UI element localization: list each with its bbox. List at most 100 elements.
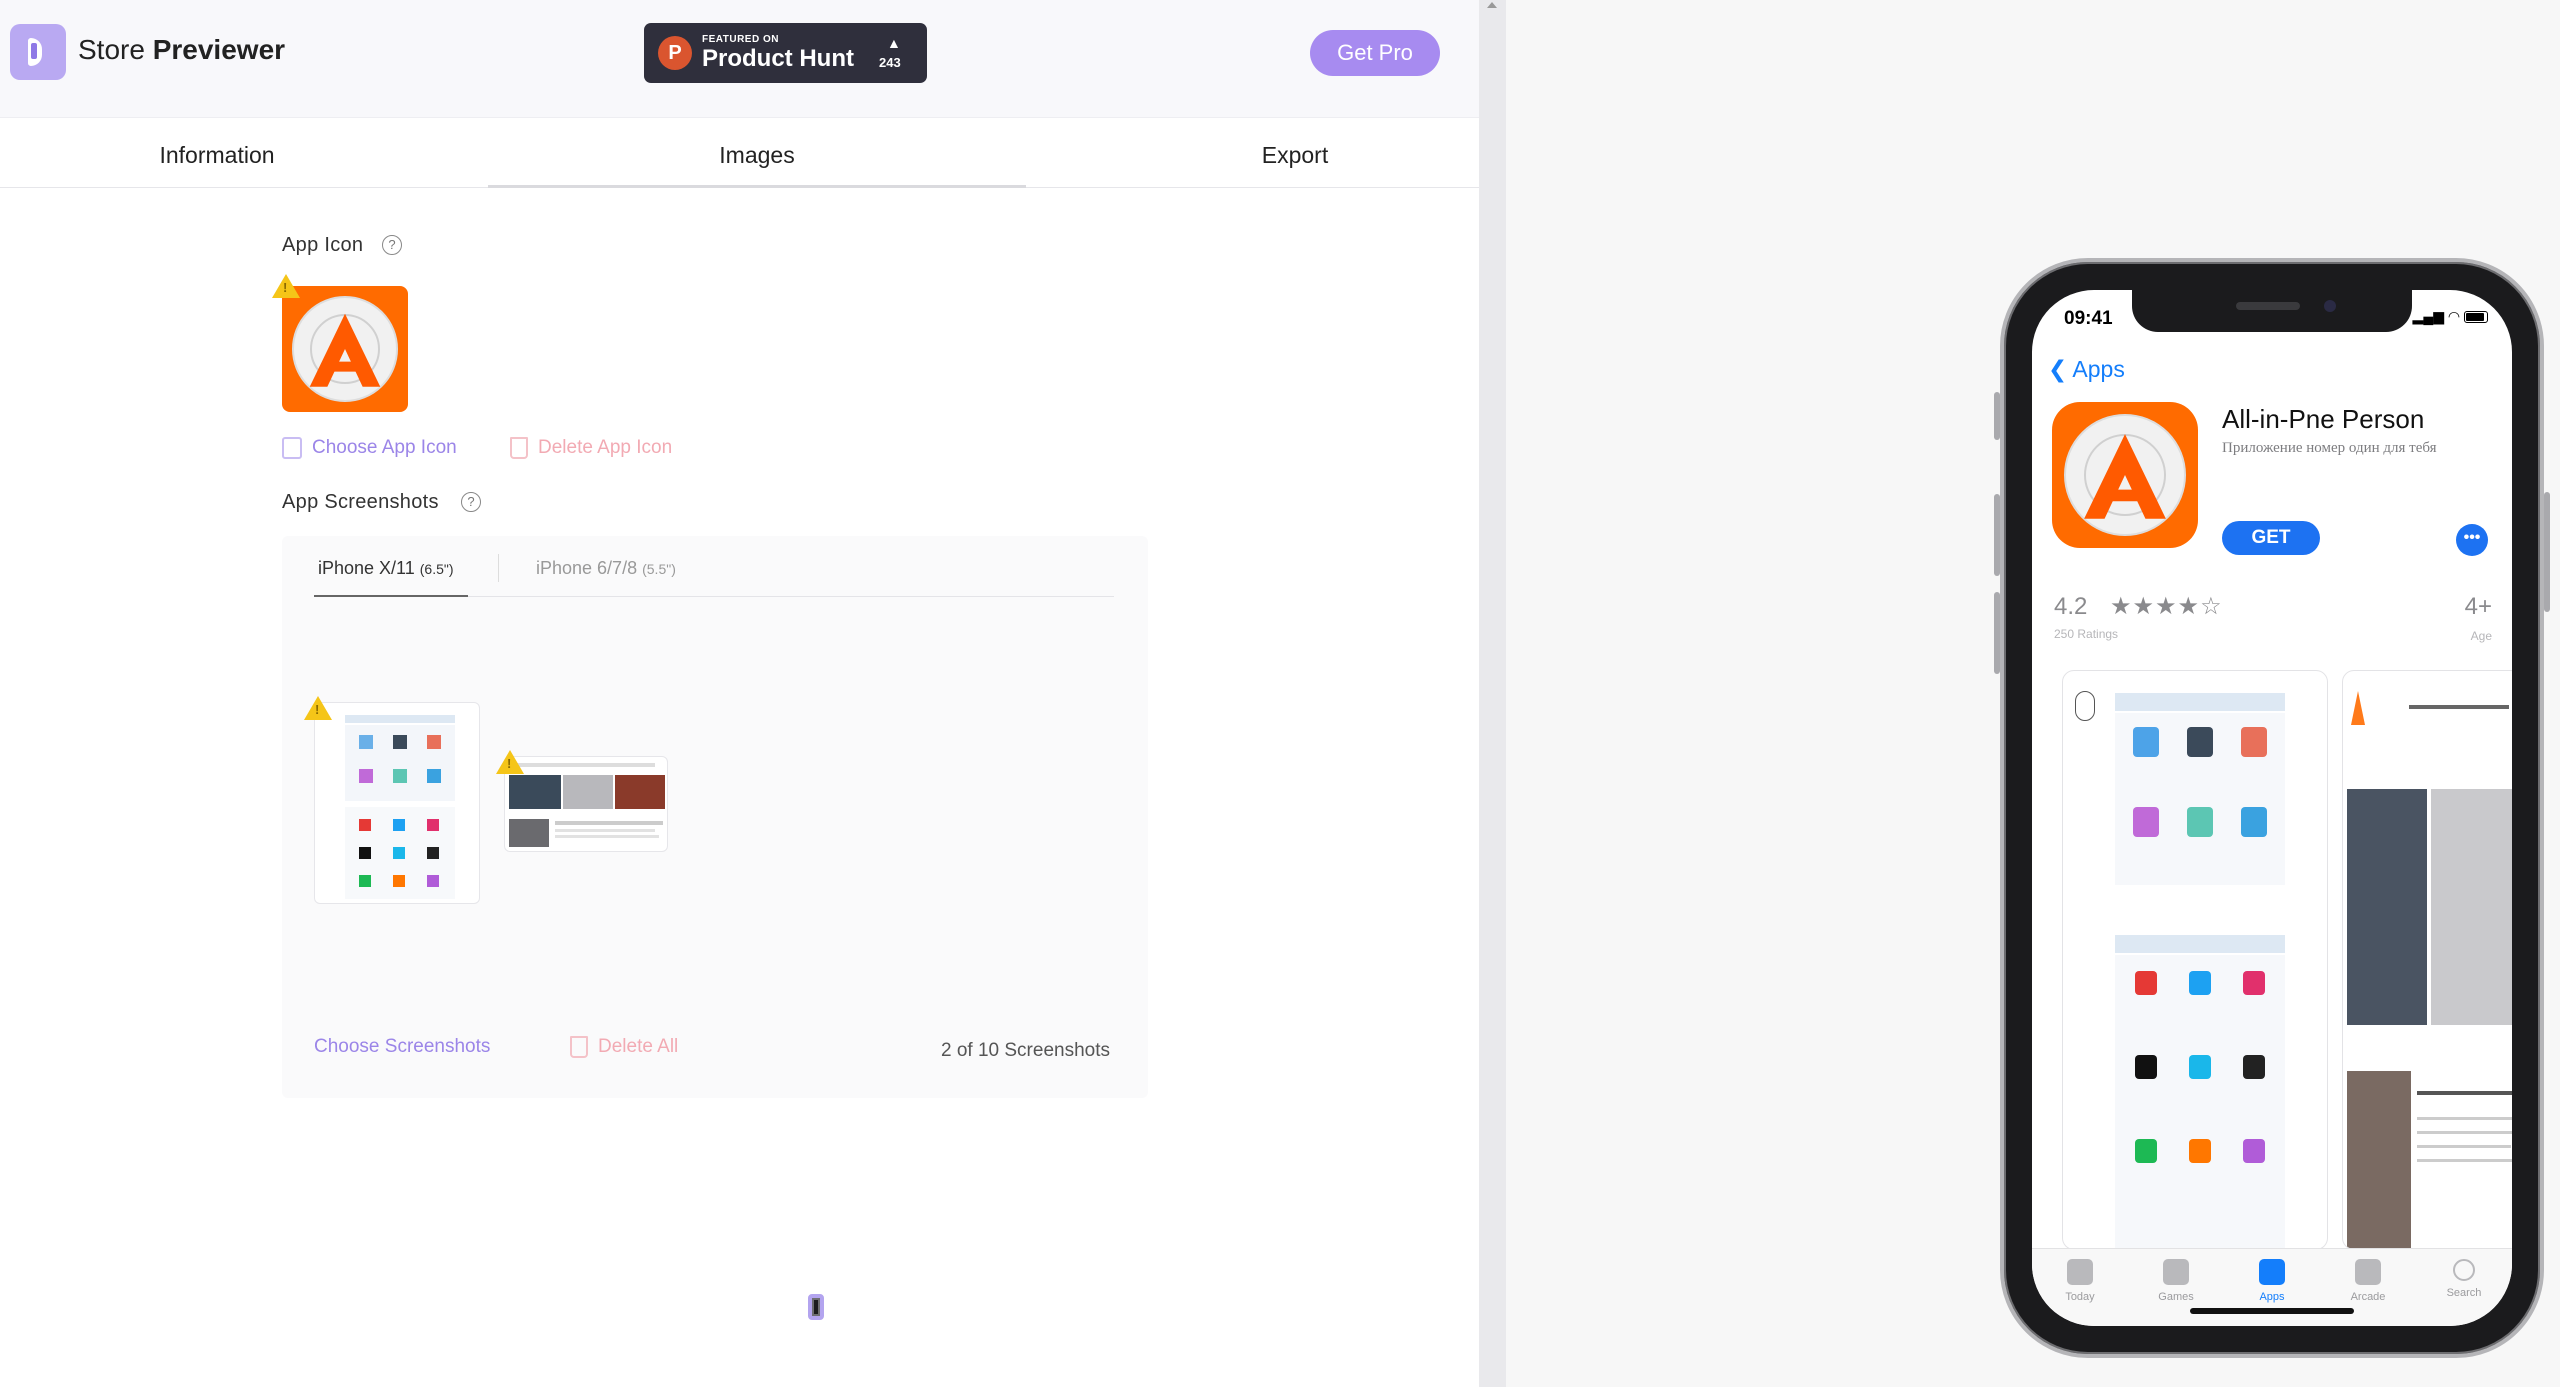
app-icon-preview — [282, 286, 408, 412]
search-icon — [2453, 1259, 2475, 1281]
rating-stars-icon: ★★★★☆ — [2110, 593, 2223, 620]
subtab-iphone-x-size: (6.5") — [419, 561, 454, 577]
article-image-2 — [2431, 789, 2512, 1025]
mute-switch — [1994, 392, 2000, 440]
subtab-iphone-x[interactable]: iPhone X/11 (6.5") — [318, 558, 454, 579]
screenshots-panel: iPhone X/11 (6.5") iPhone 6/7/8 (5.5") !… — [282, 536, 1148, 1320]
arcade-icon — [2355, 1259, 2381, 1285]
app-store-tabbar: Today Games Apps Arcade Search — [2032, 1248, 2512, 1326]
choose-screenshots-label: Choose Screenshots — [314, 1036, 491, 1057]
rocket-icon — [2163, 1259, 2189, 1285]
scroll-up-arrow-icon[interactable] — [1487, 2, 1497, 8]
apps-stack-icon — [2259, 1259, 2285, 1285]
iphone-frame: 09:41 ▂▄▆ ◠ ❮ Apps All-in-Pne Person При… — [1994, 258, 2550, 1358]
store-previewer-logo[interactable] — [10, 24, 66, 80]
screenshots-help-icon[interactable]: ? — [461, 492, 481, 512]
upvote-arrow-icon: ▲ — [887, 35, 901, 51]
chevron-left-icon: ❮ — [2048, 356, 2068, 382]
store-app-subtitle: Приложение номер один для тебя — [2222, 440, 2437, 456]
grid-panel-primary — [2115, 713, 2285, 885]
status-time: 09:41 — [2064, 308, 2113, 329]
tabbar-apps[interactable]: Apps — [2232, 1259, 2312, 1303]
notch — [2132, 290, 2412, 332]
product-hunt-name: Product Hunt — [702, 45, 854, 72]
rating-value: 4.2 — [2054, 593, 2088, 620]
grid-header-primary — [2115, 693, 2285, 711]
preview-screenshot-1[interactable] — [2062, 670, 2328, 1250]
front-camera — [2324, 300, 2336, 312]
product-hunt-featured-label: FEATURED ON — [702, 34, 779, 45]
product-hunt-badge[interactable]: P FEATURED ON Product Hunt ▲ 243 — [644, 23, 927, 83]
app-icon-help-icon[interactable]: ? — [382, 235, 402, 255]
thumb-grid-primary — [345, 725, 455, 801]
editor-panel: Store Previewer P FEATURED ON Product Hu… — [0, 0, 1479, 1387]
logo-icon — [28, 38, 42, 66]
product-hunt-logo-icon: P — [658, 36, 692, 70]
brand-name-bold: Previewer — [152, 34, 286, 65]
delete-app-icon-button[interactable]: Delete App Icon — [510, 437, 672, 459]
screenshot-thumbnail-1[interactable] — [314, 702, 480, 904]
choose-app-icon-button[interactable]: Choose App Icon — [282, 437, 457, 459]
volume-up-button — [1994, 494, 2000, 576]
back-button[interactable]: ❮ Apps — [2048, 356, 2125, 383]
tab-images[interactable]: Images — [488, 118, 1026, 188]
tabbar-apps-label: Apps — [2259, 1291, 2285, 1303]
tabbar-games-label: Games — [2158, 1291, 2194, 1303]
tabbar-arcade[interactable]: Arcade — [2328, 1259, 2408, 1303]
thumb-article-image-4 — [509, 819, 549, 847]
touch-icon — [2075, 691, 2095, 721]
phone-icon — [808, 1294, 824, 1320]
get-button[interactable]: GET — [2222, 521, 2320, 555]
store-app-icon — [2052, 402, 2198, 548]
speaker-grille — [2236, 302, 2300, 310]
brand-name: Store Previewer — [78, 34, 285, 66]
screenshot-thumbnail-2[interactable] — [504, 756, 668, 852]
panel-scrollbar[interactable] — [1479, 0, 1506, 1387]
brand-name-light: Store — [78, 34, 145, 65]
subtab-iphone-678[interactable]: iPhone 6/7/8 (5.5") — [536, 558, 676, 579]
thumb-grid-social — [345, 807, 455, 899]
more-options-icon[interactable]: ••• — [2456, 524, 2488, 556]
tab-information[interactable]: Information — [0, 118, 434, 188]
app-icon-warning-icon[interactable]: ! — [272, 274, 300, 298]
image-icon — [282, 437, 302, 459]
preview-panel: 09:41 ▂▄▆ ◠ ❮ Apps All-in-Pne Person При… — [1506, 0, 2560, 1387]
get-pro-button[interactable]: Get Pro — [1310, 30, 1440, 76]
letter-a-logo-icon — [2084, 434, 2166, 519]
article-image-3 — [2347, 1071, 2411, 1249]
delete-all-screenshots-button[interactable]: Delete All — [570, 1036, 678, 1058]
subtab-active-indicator — [314, 595, 468, 597]
tabbar-today[interactable]: Today — [2040, 1259, 2120, 1303]
home-indicator[interactable] — [2190, 1308, 2354, 1314]
subtab-iphone-x-label: iPhone X/11 — [318, 558, 415, 578]
wifi-icon: ◠ — [2447, 308, 2461, 324]
thumb-grid-header — [345, 715, 455, 723]
top-header: Store Previewer P FEATURED ON Product Hu… — [0, 0, 1479, 118]
tabbar-today-label: Today — [2065, 1291, 2095, 1303]
tabbar-search[interactable]: Search — [2424, 1259, 2504, 1299]
screenshot-count: 2 of 10 Screenshots — [941, 1040, 1110, 1061]
article-logo-icon — [2351, 691, 2365, 725]
app-store-screen: 09:41 ▂▄▆ ◠ ❮ Apps All-in-Pne Person При… — [2032, 290, 2512, 1326]
thumb-article-header — [515, 763, 655, 767]
subtab-separator — [498, 554, 499, 582]
signal-icon: ▂▄▆ — [2412, 308, 2444, 324]
tabbar-games[interactable]: Games — [2136, 1259, 2216, 1303]
subtab-iphone-678-label: iPhone 6/7/8 — [536, 558, 638, 578]
delete-all-label: Delete All — [598, 1036, 679, 1058]
delete-app-icon-label: Delete App Icon — [538, 437, 673, 459]
store-app-title: All-in-Pne Person — [2222, 404, 2425, 434]
screenshot-1-warning-icon[interactable]: ! — [304, 696, 332, 720]
main-tabs: Information Images Export — [0, 118, 1479, 188]
thumb-article-image-1 — [509, 775, 561, 809]
app-screenshots-label: App Screenshots — [282, 491, 439, 513]
preview-screenshot-2[interactable] — [2342, 670, 2512, 1250]
choose-app-icon-label: Choose App Icon — [312, 437, 457, 459]
app-icon-label: App Icon — [282, 234, 364, 256]
side-button — [2544, 492, 2550, 612]
back-label: Apps — [2072, 356, 2125, 382]
screenshot-2-warning-icon[interactable]: ! — [496, 750, 524, 774]
article-image-1 — [2347, 789, 2427, 1025]
choose-screenshots-button[interactable]: Choose Screenshots — [314, 1036, 824, 1320]
ratings-count: 250 Ratings — [2054, 627, 2119, 641]
